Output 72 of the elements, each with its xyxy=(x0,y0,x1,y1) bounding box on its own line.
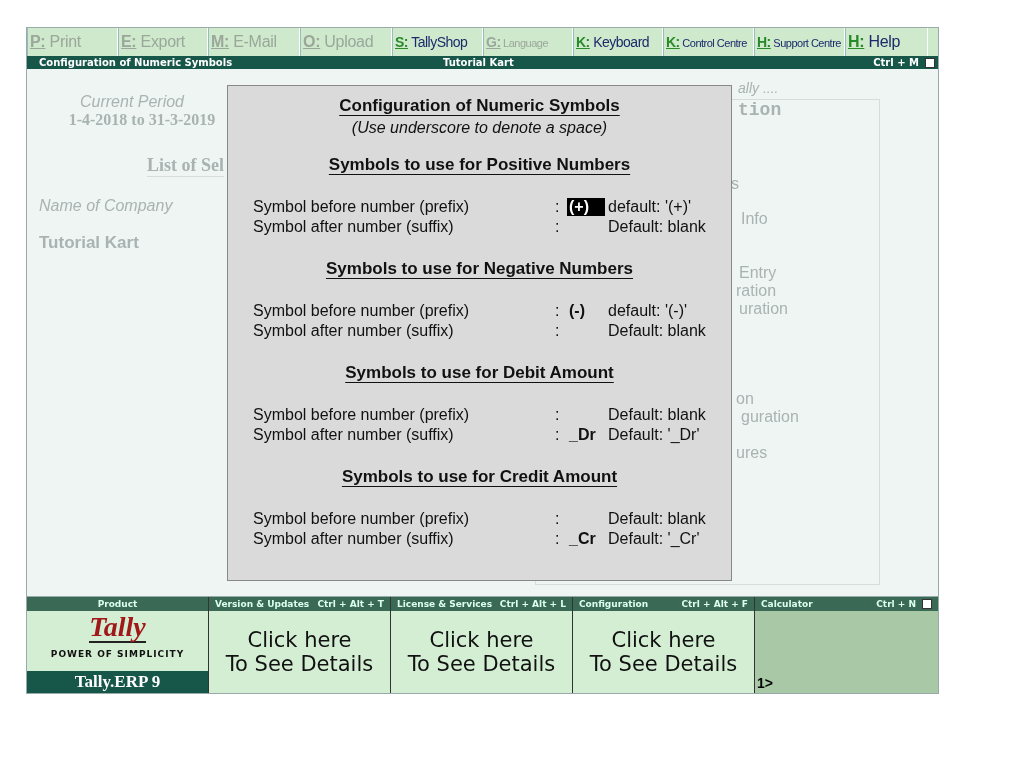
list-heading: List of Sel xyxy=(147,155,224,177)
input-field[interactable]: (+) xyxy=(567,198,605,217)
faded-text: guration xyxy=(741,408,799,426)
menu-item[interactable]: K: Control Centre xyxy=(663,28,754,56)
default-text: Default: blank xyxy=(608,322,706,340)
company-name: Tutorial Kart xyxy=(39,233,140,253)
input-field[interactable]: (-) xyxy=(567,302,605,321)
faded-text: ration xyxy=(736,282,777,300)
company-title: Tutorial Kart xyxy=(443,57,515,68)
field-label: Symbol before number (prefix) xyxy=(253,302,471,320)
column-header: Version & Updates xyxy=(215,599,310,609)
colon-text: : xyxy=(555,530,561,548)
colon-text: : xyxy=(555,426,561,444)
maximize-button[interactable] xyxy=(922,599,932,609)
default-text: default: '(+)' xyxy=(608,198,692,216)
default-text: Default: blank xyxy=(608,510,706,528)
colon-text: : xyxy=(555,406,561,424)
colon-text: : xyxy=(555,322,561,340)
colon-text: : xyxy=(555,302,561,320)
shortcut-text: Ctrl + N xyxy=(876,599,916,609)
faded-text: Info xyxy=(741,210,768,228)
menu-item[interactable]: K: Keyboard xyxy=(573,28,663,56)
faded-text: on xyxy=(736,390,754,408)
column-header: Calculator xyxy=(761,599,813,609)
faded-text: ally .... xyxy=(738,80,779,96)
shortcut-text: Ctrl + Alt + F xyxy=(681,599,748,609)
section-heading: Symbols to use for Credit Amount xyxy=(340,467,619,487)
colon-text: : xyxy=(555,198,561,216)
default-text: Default: blank xyxy=(608,218,706,236)
field-label: Symbol after number (suffix) xyxy=(253,530,455,548)
shortcut-text: Ctrl + M xyxy=(873,57,919,68)
field-label: Symbol before number (prefix) xyxy=(253,406,471,424)
faded-text: s xyxy=(731,175,739,193)
field-label: Symbol after number (suffix) xyxy=(253,218,455,236)
tally-logo: Tally xyxy=(89,613,146,643)
product-name: Tally.ERP 9 xyxy=(27,671,208,693)
faded-text: Entry xyxy=(739,264,777,282)
shortcut-text: Ctrl + Alt + T xyxy=(317,599,384,609)
colon-text: : xyxy=(555,218,561,236)
menu-item[interactable]: H: Help xyxy=(845,28,928,56)
input-field[interactable]: _Dr xyxy=(567,426,605,445)
faded-text: tion xyxy=(738,100,782,120)
field-label: Symbol before number (prefix) xyxy=(253,198,471,216)
shortcut-text: Ctrl + Alt + L xyxy=(499,599,566,609)
screen-title: Configuration of Numeric Symbols xyxy=(39,57,234,68)
tagline-text: POWER OF SIMPLICITY xyxy=(50,649,185,659)
period-text: 1-4-2018 to 31-3-2019 xyxy=(67,111,217,129)
section-heading: Symbols to use for Positive Numbers xyxy=(327,155,632,175)
faded-text: ures xyxy=(736,444,768,462)
section-heading: Symbols to use for Debit Amount xyxy=(344,363,615,383)
default-text: Default: '_Dr' xyxy=(608,426,700,444)
column-header: Product xyxy=(27,597,208,611)
faded-text: uration xyxy=(739,300,788,318)
section-heading: Symbols to use for Negative Numbers xyxy=(325,259,634,279)
maximize-button[interactable] xyxy=(925,57,935,68)
menu-item[interactable]: S: TallyShop xyxy=(392,28,483,56)
default-text: Default: blank xyxy=(608,406,706,424)
default-text: default: '(-)' xyxy=(608,302,688,320)
company-label: Name of Company xyxy=(39,197,174,215)
default-text: Default: '_Cr' xyxy=(608,530,700,548)
menu-item[interactable]: H: Support Centre xyxy=(754,28,845,56)
dialog-title: Configuration of Numeric Symbols xyxy=(338,96,621,116)
calculator-field[interactable]: 1> xyxy=(755,611,938,693)
input-field[interactable]: _Cr xyxy=(567,530,605,549)
period-label: Current Period xyxy=(78,93,186,111)
field-label: Symbol before number (prefix) xyxy=(253,510,471,528)
field-label: Symbol after number (suffix) xyxy=(253,322,455,340)
field-label: Symbol after number (suffix) xyxy=(253,426,455,444)
column-header: License & Services xyxy=(397,599,492,609)
column-header: Configuration xyxy=(579,599,649,609)
colon-text: : xyxy=(555,510,561,528)
dialog-subtitle: (Use underscore to denote a space) xyxy=(350,119,609,137)
